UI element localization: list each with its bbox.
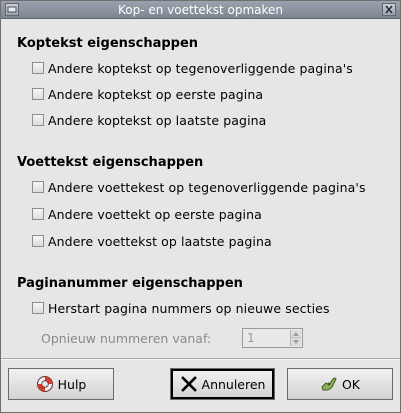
arrow-up-icon	[293, 331, 299, 336]
restart-numbering-label: Herstart pagina nummers op nieuwe sectie…	[48, 300, 330, 316]
renumber-from-label: Opnieuw nummeren vanaf:	[41, 330, 212, 346]
button-separator	[1, 358, 400, 360]
lifebuoy-icon	[36, 376, 53, 392]
arrow-down-icon	[293, 340, 299, 344]
page-number-section-title: Paginanummer eigenschappen	[17, 276, 243, 291]
footer-facing-pages-label: Andere voettekest op tegenoverliggende p…	[48, 179, 366, 195]
renumber-from-spinner[interactable]	[242, 328, 303, 348]
header-option-first-page[interactable]: Andere koptekst op eerste pagina	[32, 86, 263, 102]
header-facing-pages-checkbox[interactable]	[32, 62, 44, 74]
header-first-page-label: Andere koptekst op eerste pagina	[48, 86, 264, 102]
footer-facing-pages-checkbox[interactable]	[32, 181, 44, 193]
header-section-title: Koptekst eigenschappen	[17, 36, 199, 51]
ok-button-label: OK	[341, 376, 361, 392]
header-option-last-page[interactable]: Andere koptekst op laatste pagina	[32, 112, 266, 128]
help-button-label: Hulp	[57, 376, 87, 392]
footer-option-facing-pages[interactable]: Andere voettekest op tegenoverliggende p…	[32, 179, 366, 195]
spinner-buttons	[290, 330, 301, 346]
footer-option-first-page[interactable]: Andere voettekt op eerste pagina	[32, 206, 262, 222]
close-button[interactable]	[382, 3, 396, 16]
footer-first-page-label: Andere voettekt op eerste pagina	[48, 206, 262, 222]
window-title: Kop- en voettekst opmaken	[117, 3, 284, 17]
renumber-from-row: Opnieuw nummeren vanaf:	[41, 328, 303, 348]
ok-hand-icon	[321, 377, 337, 391]
spinner-down-button[interactable]	[291, 338, 301, 346]
footer-option-last-page[interactable]: Andere voettekst op laatste pagina	[32, 233, 272, 249]
header-option-facing-pages[interactable]: Andere koptekst op tegenoverliggende pag…	[32, 60, 353, 76]
dialog-window: Kop- en voettekst opmaken Koptekst eigen…	[0, 0, 401, 413]
header-facing-pages-label: Andere koptekst op tegenoverliggende pag…	[48, 60, 353, 76]
footer-section-title: Voettekst eigenschappen	[17, 155, 204, 170]
footer-last-page-label: Andere voettekst op laatste pagina	[48, 233, 272, 249]
help-button[interactable]: Hulp	[8, 368, 114, 400]
footer-first-page-checkbox[interactable]	[32, 208, 44, 220]
close-icon	[385, 5, 393, 14]
footer-last-page-checkbox[interactable]	[32, 235, 44, 247]
cancel-button[interactable]: Annuleren	[170, 368, 275, 400]
spinner-up-button[interactable]	[291, 330, 301, 338]
cancel-button-label: Annuleren	[201, 376, 266, 392]
renumber-from-input[interactable]	[244, 330, 290, 346]
header-first-page-checkbox[interactable]	[32, 88, 44, 100]
header-last-page-label: Andere koptekst op laatste pagina	[48, 112, 267, 128]
restart-numbering-checkbox[interactable]	[32, 302, 44, 314]
restart-numbering-option[interactable]: Herstart pagina nummers op nieuwe sectie…	[32, 300, 330, 316]
title-bar[interactable]: Kop- en voettekst opmaken	[1, 1, 400, 19]
header-last-page-checkbox[interactable]	[32, 114, 44, 126]
x-icon	[180, 376, 197, 392]
ok-button[interactable]: OK	[287, 368, 393, 400]
